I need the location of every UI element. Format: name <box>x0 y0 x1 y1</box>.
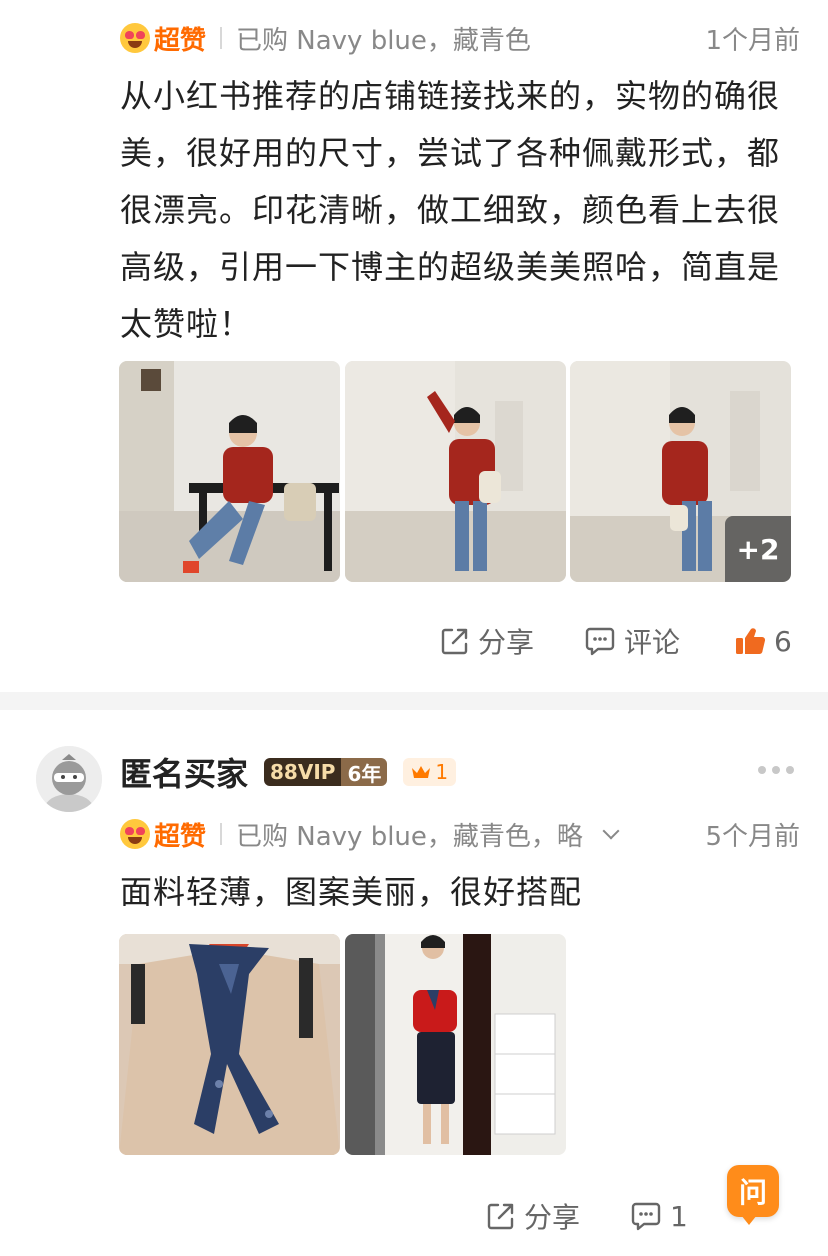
rating-label: 超赞 <box>154 25 207 56</box>
like-button[interactable]: 6 <box>734 625 792 658</box>
comment-icon <box>631 1202 661 1231</box>
review-photo[interactable] <box>345 934 566 1155</box>
ask-question-button[interactable]: 问 <box>727 1165 779 1225</box>
purchase-info: 已购 Navy blue，藏青色，略 <box>236 821 583 852</box>
level-badge: 1 <box>403 758 457 786</box>
review-text: 面料轻薄，图案美丽，很好搭配 <box>120 873 583 911</box>
review-meta: 超赞 已购 Navy blue，藏青色 1个月前 <box>120 18 800 58</box>
purchase-info: 已购 Navy blue，藏青色 <box>236 25 531 56</box>
smiling-heart-eyes-icon <box>120 23 150 53</box>
thumbs-up-icon <box>736 628 766 654</box>
review-photo[interactable] <box>345 361 566 582</box>
vip-years: 6年 <box>341 758 388 786</box>
review-actions: 分享 1 <box>486 1194 688 1238</box>
rating: 超赞 <box>120 816 206 853</box>
review-photo[interactable]: +2 <box>570 361 791 582</box>
comment-icon <box>585 627 615 656</box>
vip-badge: 88VIP 6年 <box>264 758 388 786</box>
divider <box>220 27 223 49</box>
share-label: 分享 <box>478 626 535 659</box>
review-photo[interactable] <box>119 361 340 582</box>
more-photos-badge[interactable]: +2 <box>725 516 791 582</box>
rating: 超赞 <box>120 20 206 57</box>
user-line: 匿名买家 88VIP 6年 1 <box>120 750 457 794</box>
comment-count: 1 <box>670 1199 688 1233</box>
review-actions: 分享 评论 6 <box>440 619 792 663</box>
comment-button[interactable]: 1 <box>630 1200 688 1233</box>
share-icon <box>487 1203 514 1230</box>
share-icon <box>441 628 468 655</box>
smiling-heart-eyes-icon <box>120 819 150 849</box>
like-count: 6 <box>774 624 792 658</box>
crown-icon <box>412 766 431 778</box>
review-text: 从小红书推荐的店铺链接找来的，实物的确很美，很好用的尺寸，尝试了各种佩戴形式，都… <box>120 77 781 343</box>
vip-label: 88VIP <box>264 758 342 786</box>
chevron-down-icon[interactable] <box>602 822 620 840</box>
section-divider <box>0 692 828 710</box>
level-number: 1 <box>435 760 449 784</box>
more-icon[interactable] <box>752 766 794 774</box>
comment-label: 评论 <box>624 626 681 659</box>
review-card: 匿名买家 88VIP 6年 1 超赞 已购 Navy blue，藏青色，略 5个… <box>0 710 828 1256</box>
share-label: 分享 <box>524 1201 581 1234</box>
avatar[interactable] <box>36 746 102 812</box>
review-photo[interactable] <box>119 934 340 1155</box>
share-button[interactable]: 分享 <box>486 1196 580 1236</box>
username: 匿名买家 <box>120 755 249 793</box>
review-time: 5个月前 <box>705 821 800 852</box>
review-meta: 超赞 已购 Navy blue，藏青色，略 5个月前 <box>120 814 800 854</box>
review-card: 超赞 已购 Navy blue，藏青色 1个月前 从小红书推荐的店铺链接找来的，… <box>0 0 828 692</box>
rating-label: 超赞 <box>154 821 207 852</box>
share-button[interactable]: 分享 <box>440 621 534 661</box>
divider <box>220 823 223 845</box>
comment-button[interactable]: 评论 <box>584 621 680 661</box>
review-time: 1个月前 <box>705 25 800 56</box>
